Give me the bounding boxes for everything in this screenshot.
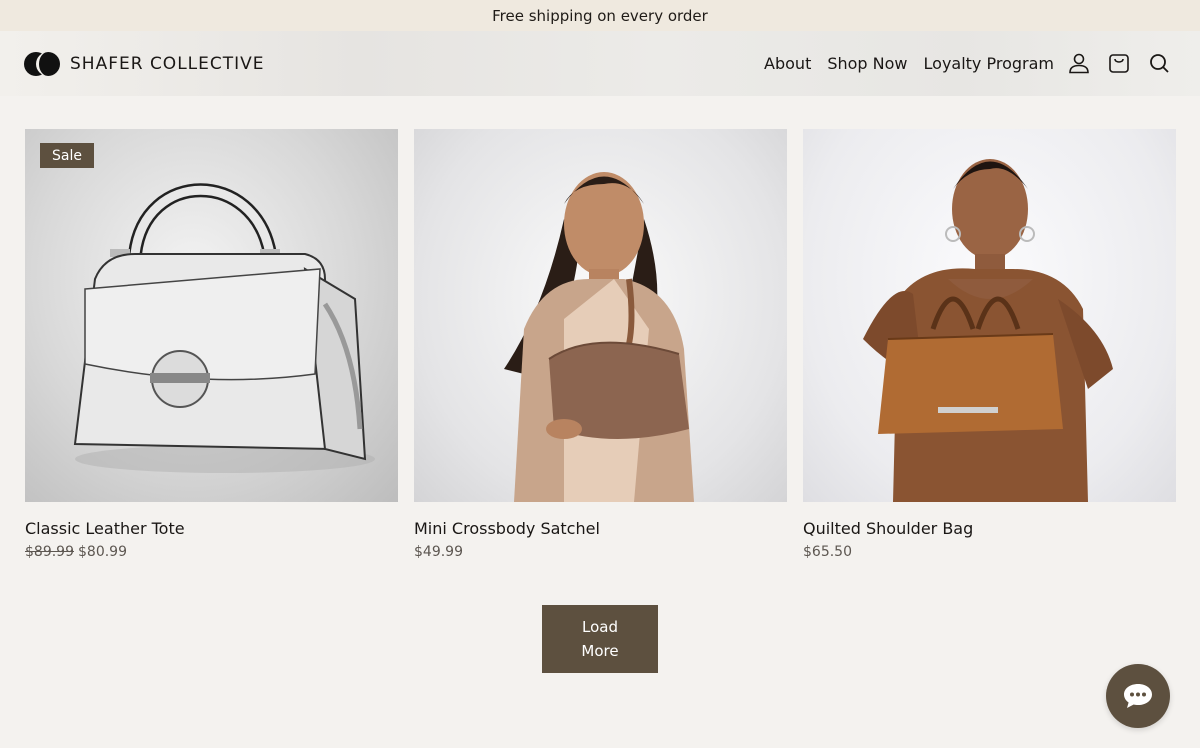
original-price: $89.99 — [25, 544, 74, 560]
product-image-model-shoulder-bag[interactable] — [803, 129, 1176, 502]
sale-price: $80.99 — [78, 544, 127, 560]
load-more-label: Load More — [581, 618, 619, 660]
load-more-button[interactable]: Load More — [542, 605, 658, 673]
announcement-bar: Free shipping on every order — [0, 0, 1200, 31]
brand-logo[interactable]: SHAFER COLLECTIVE — [24, 51, 265, 77]
logo-mark-icon — [24, 51, 60, 77]
header-actions — [1064, 48, 1174, 78]
main-nav: About Shop Now Loyalty Program — [764, 31, 1054, 96]
account-icon[interactable] — [1064, 48, 1094, 78]
announcement-text: Free shipping on every order — [492, 6, 708, 25]
cart-icon[interactable] — [1104, 48, 1134, 78]
brand-name: SHAFER COLLECTIVE — [70, 54, 265, 74]
product-name[interactable]: Quilted Shoulder Bag — [803, 519, 1176, 538]
product-image-model-satchel[interactable] — [414, 129, 787, 502]
product-name[interactable]: Classic Leather Tote — [25, 519, 398, 538]
product-image-handbag[interactable]: Sale — [25, 129, 398, 502]
product-price: $89.99 $80.99 — [25, 544, 398, 560]
nav-loyalty-program[interactable]: Loyalty Program — [924, 54, 1054, 73]
nav-shop-now[interactable]: Shop Now — [827, 54, 907, 73]
regular-price: $49.99 — [414, 544, 463, 560]
product-card[interactable]: Mini Crossbody Satchel $49.99 — [414, 129, 787, 560]
product-name[interactable]: Mini Crossbody Satchel — [414, 519, 787, 538]
chat-bubble-icon — [1122, 681, 1154, 711]
regular-price: $65.50 — [803, 544, 852, 560]
chat-button[interactable] — [1106, 664, 1170, 728]
product-card[interactable]: Sale Classic Leather Tote $89.99 $80.99 — [25, 129, 398, 560]
sale-badge: Sale — [40, 143, 94, 168]
product-price: $65.50 — [803, 544, 1176, 560]
product-card[interactable]: Quilted Shoulder Bag $65.50 — [803, 129, 1176, 560]
nav-about[interactable]: About — [764, 54, 811, 73]
search-icon[interactable] — [1144, 48, 1174, 78]
product-grid: Sale Classic Leather Tote $89.99 $80.99 M… — [25, 129, 1176, 560]
site-header: SHAFER COLLECTIVE About Shop Now Loyalty… — [0, 31, 1200, 96]
product-price: $49.99 — [414, 544, 787, 560]
